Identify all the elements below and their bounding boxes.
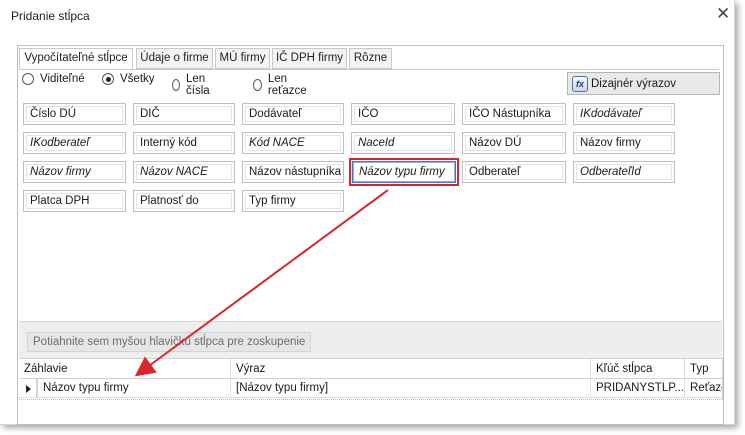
column-button[interactable]: Platnosť do xyxy=(133,190,235,212)
column-button[interactable]: OdberateľId xyxy=(573,161,675,183)
column-button[interactable]: Číslo DÚ xyxy=(23,103,126,125)
tab-company-mu[interactable]: MÚ firmy xyxy=(215,48,270,69)
radio-visible-dot[interactable] xyxy=(22,73,34,85)
column-button[interactable]: Dodávateľ xyxy=(242,103,344,125)
column-button[interactable]: IKodberateľ xyxy=(23,132,126,154)
row-indicator-icon xyxy=(19,379,37,398)
column-header-expression[interactable]: Výraz xyxy=(231,359,591,379)
column-header-caption[interactable]: Záhlavie xyxy=(19,359,231,379)
radio-strings-only-dot[interactable] xyxy=(253,79,262,91)
column-button[interactable]: IČO xyxy=(351,103,455,125)
column-button[interactable]: Platca DPH xyxy=(23,190,126,212)
column-button[interactable]: Názov NACE xyxy=(133,161,235,183)
radio-all-label: Všetky xyxy=(120,73,155,85)
radio-numbers-only-dot[interactable] xyxy=(172,79,180,91)
group-by-panel[interactable]: Potiahnite sem myšou hlavičku stĺpca pre… xyxy=(19,321,722,358)
cell-type[interactable]: Reťaze xyxy=(685,379,722,398)
column-header-key[interactable]: Kľúč stĺpca xyxy=(591,359,685,379)
grid-right-edge xyxy=(722,358,723,400)
close-icon[interactable]: ✕ xyxy=(716,4,730,24)
dialog-title: Pridanie stĺpca xyxy=(11,9,90,23)
column-button-selected[interactable]: Názov typu firmy xyxy=(352,161,456,183)
cell-caption[interactable]: Názov typu firmy xyxy=(37,379,231,398)
cell-expression[interactable]: [Názov typu firmy] xyxy=(231,379,591,398)
column-button[interactable]: Názov firmy xyxy=(23,161,126,183)
column-button[interactable]: Kód NACE xyxy=(242,132,344,154)
add-column-dialog: Pridanie stĺpca ✕ Vypočítateľné stĺpce Ú… xyxy=(0,0,735,425)
column-button[interactable]: Názov nástupníka xyxy=(242,161,344,183)
tab-misc[interactable]: Rôzne xyxy=(349,48,392,69)
column-button[interactable]: NaceId xyxy=(351,132,455,154)
radio-visible-label: Viditeľné xyxy=(40,73,85,85)
tab-computed-columns[interactable]: Vypočítateľné stĺpce xyxy=(19,48,133,70)
tab-divider xyxy=(19,69,719,70)
column-header-type[interactable]: Typ xyxy=(685,359,722,379)
radio-all[interactable]: Všetky xyxy=(102,73,155,85)
radio-numbers-only[interactable]: Len čísla xyxy=(172,73,214,97)
tab-company-vat-id[interactable]: IČ DPH firmy xyxy=(272,48,347,69)
row-separator xyxy=(19,399,722,400)
grid-header: Záhlavie Výraz Kľúč stĺpca Typ xyxy=(19,358,722,379)
column-button[interactable]: IČO Nástupníka xyxy=(462,103,566,125)
column-button[interactable]: IKdodávateľ xyxy=(573,103,675,125)
cell-key[interactable]: PRIDANYSTLP... xyxy=(591,379,685,398)
title-bar: Pridanie stĺpca ✕ xyxy=(0,0,735,34)
column-button[interactable]: DIČ xyxy=(133,103,235,125)
expression-designer-label: Dizajnér výrazov xyxy=(591,77,676,90)
group-by-hint: Potiahnite sem myšou hlavičku stĺpca pre… xyxy=(27,332,312,352)
radio-all-dot[interactable] xyxy=(102,73,114,85)
column-button[interactable]: Názov DÚ xyxy=(462,132,566,154)
radio-strings-only[interactable]: Len reťazce xyxy=(253,73,310,97)
column-button[interactable]: Interný kód xyxy=(133,132,235,154)
column-button[interactable]: Odberateľ xyxy=(462,161,566,183)
table-row[interactable]: Názov typu firmy [Názov typu firmy] PRID… xyxy=(19,379,722,398)
fx-icon: fx xyxy=(572,75,588,92)
expression-designer-button[interactable]: fx Dizajnér výrazov xyxy=(567,72,720,95)
radio-numbers-only-label: Len čísla xyxy=(186,73,210,97)
column-button[interactable]: Typ firmy xyxy=(242,190,344,212)
radio-strings-only-label: Len reťazce xyxy=(267,73,307,97)
tab-company-data[interactable]: Údaje o firme xyxy=(136,48,213,69)
column-button[interactable]: Názov firmy xyxy=(573,132,675,154)
radio-visible[interactable]: Viditeľné xyxy=(22,73,85,85)
